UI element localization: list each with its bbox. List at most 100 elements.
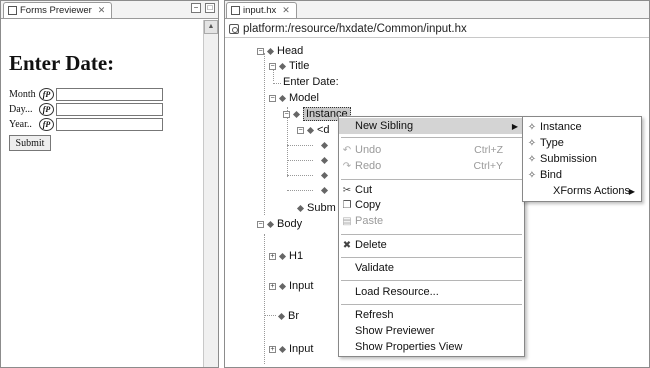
resource-path-bar: platform:/resource/hxdate/Common/input.h… bbox=[225, 20, 649, 38]
menu-item-delete[interactable]: ✖ Delete bbox=[339, 237, 524, 253]
expand-icon[interactable]: + bbox=[269, 345, 276, 353]
tree-connector bbox=[287, 190, 313, 191]
element-add-icon: ✧ bbox=[527, 137, 537, 149]
view-controls: − □ bbox=[191, 3, 215, 13]
previewer-tabbar: Forms Previewer ✕ − □ bbox=[1, 1, 218, 19]
collapse-icon[interactable]: − bbox=[257, 47, 264, 55]
element-icon bbox=[267, 48, 274, 55]
element-icon bbox=[279, 95, 286, 102]
tab-close-icon[interactable]: ✕ bbox=[98, 5, 106, 16]
tree-node-child[interactable] bbox=[321, 183, 328, 197]
tree-node-input[interactable]: + Input bbox=[269, 279, 313, 293]
tree-node-date[interactable]: − <d bbox=[297, 123, 330, 137]
menu-item-validate[interactable]: Validate bbox=[339, 260, 524, 276]
menu-item-cut[interactable]: ✂ Cut bbox=[339, 182, 524, 198]
day-label: Day... bbox=[9, 103, 33, 115]
tree-connector bbox=[264, 315, 276, 316]
tree-node-child[interactable] bbox=[321, 153, 328, 167]
tree-node-br[interactable]: Br bbox=[278, 309, 299, 323]
day-row: Day... fP bbox=[9, 102, 163, 116]
tree-node-child[interactable] bbox=[321, 138, 328, 152]
month-label: Month bbox=[9, 88, 36, 100]
minimize-button[interactable]: − bbox=[191, 3, 201, 13]
collapse-icon[interactable]: − bbox=[283, 110, 290, 118]
menu-item-show-previewer[interactable]: Show Previewer bbox=[339, 323, 524, 339]
tab-label: Forms Previewer bbox=[20, 5, 92, 16]
tree-connector bbox=[273, 83, 281, 84]
maximize-button[interactable]: □ bbox=[205, 3, 215, 13]
tab-input-hx[interactable]: input.hx ✕ bbox=[226, 2, 297, 18]
element-icon bbox=[279, 283, 286, 290]
menu-item-refresh[interactable]: Refresh bbox=[339, 307, 524, 323]
year-row: Year.. fP bbox=[9, 117, 163, 131]
collapse-icon[interactable]: − bbox=[269, 94, 276, 102]
submenu-item-type[interactable]: ✧ Type bbox=[523, 135, 641, 151]
expand-icon[interactable]: + bbox=[269, 282, 276, 290]
tree-node-input[interactable]: + Input bbox=[269, 342, 313, 356]
submenu-item-xforms-actions[interactable]: XForms Actions ▶ bbox=[523, 183, 641, 199]
menu-item-show-properties[interactable]: Show Properties View bbox=[339, 339, 524, 355]
submenu-arrow-icon: ▶ bbox=[628, 186, 635, 196]
month-row: Month fP bbox=[9, 87, 163, 101]
element-icon bbox=[297, 205, 304, 212]
menu-item-undo[interactable]: ↶ Undo Ctrl+Z bbox=[339, 142, 524, 158]
menu-item-copy[interactable]: ❐ Copy bbox=[339, 197, 524, 213]
submenu-item-submission[interactable]: ✧ Submission bbox=[523, 151, 641, 167]
tab-forms-previewer[interactable]: Forms Previewer ✕ bbox=[3, 2, 113, 18]
tree-node-submission[interactable]: Subm bbox=[297, 201, 336, 215]
new-sibling-submenu: ✧ Instance ✧ Type ✧ Submission ✧ Bind XF… bbox=[522, 116, 642, 202]
resource-icon bbox=[229, 23, 239, 34]
element-add-icon: ✧ bbox=[527, 153, 537, 165]
menu-separator bbox=[341, 179, 522, 180]
form-heading: Enter Date: bbox=[9, 51, 115, 75]
element-icon bbox=[279, 253, 286, 260]
menu-separator bbox=[341, 234, 522, 235]
menu-item-redo[interactable]: ↷ Redo Ctrl+Y bbox=[339, 158, 524, 174]
paste-icon: ▤ bbox=[342, 215, 352, 227]
element-icon bbox=[321, 172, 328, 179]
element-icon bbox=[307, 127, 314, 134]
submenu-item-bind[interactable]: ✧ Bind bbox=[523, 167, 641, 183]
tree-node-body[interactable]: − Body bbox=[257, 217, 302, 231]
context-menu: New Sibling ▶ ↶ Undo Ctrl+Z ↷ Redo Ctrl+… bbox=[338, 116, 525, 357]
menu-item-paste[interactable]: ▤ Paste bbox=[339, 213, 524, 229]
element-icon bbox=[293, 111, 300, 118]
hx-file-icon bbox=[231, 6, 240, 15]
element-icon bbox=[279, 63, 286, 70]
year-label: Year.. bbox=[9, 118, 32, 130]
previewer-scrollbar[interactable]: ▲ bbox=[203, 20, 218, 367]
element-icon bbox=[321, 142, 328, 149]
element-add-icon: ✧ bbox=[527, 169, 537, 181]
tab-close-icon[interactable]: ✕ bbox=[282, 5, 290, 16]
fp-badge-icon: fP bbox=[39, 117, 54, 131]
collapse-icon[interactable]: − bbox=[257, 220, 264, 228]
tree-node-h1[interactable]: + H1 bbox=[269, 249, 303, 263]
month-input[interactable] bbox=[56, 87, 163, 101]
fp-badge-icon: fP bbox=[39, 87, 54, 101]
submit-button[interactable]: Submit bbox=[9, 135, 51, 151]
menu-item-load-resource[interactable]: Load Resource... bbox=[339, 284, 524, 300]
collapse-icon[interactable]: − bbox=[297, 126, 304, 134]
menu-item-new-sibling[interactable]: New Sibling ▶ bbox=[339, 118, 524, 134]
tree-node-title-text[interactable]: Enter Date: bbox=[283, 75, 339, 89]
expand-icon[interactable]: + bbox=[269, 252, 276, 260]
element-icon bbox=[267, 221, 274, 228]
redo-icon: ↷ bbox=[342, 160, 352, 172]
day-input[interactable] bbox=[56, 102, 163, 116]
tree-node-model[interactable]: − Model bbox=[269, 91, 319, 105]
element-icon bbox=[279, 346, 286, 353]
tree-node-head[interactable]: − Head bbox=[257, 44, 303, 58]
tree-connector bbox=[287, 160, 313, 161]
collapse-icon[interactable]: − bbox=[269, 62, 276, 70]
menu-separator bbox=[341, 304, 522, 305]
tree-node-title[interactable]: − Title bbox=[269, 59, 309, 73]
tree-node-child[interactable] bbox=[321, 168, 328, 182]
fp-badge-icon: fP bbox=[39, 102, 54, 116]
tab-label: input.hx bbox=[243, 5, 277, 16]
scroll-up-icon[interactable]: ▲ bbox=[204, 20, 218, 34]
submenu-item-instance[interactable]: ✧ Instance bbox=[523, 119, 641, 135]
element-add-icon: ✧ bbox=[527, 121, 537, 133]
editor-tabbar: input.hx ✕ bbox=[225, 1, 649, 19]
year-input[interactable] bbox=[56, 117, 163, 131]
element-icon bbox=[278, 313, 285, 320]
